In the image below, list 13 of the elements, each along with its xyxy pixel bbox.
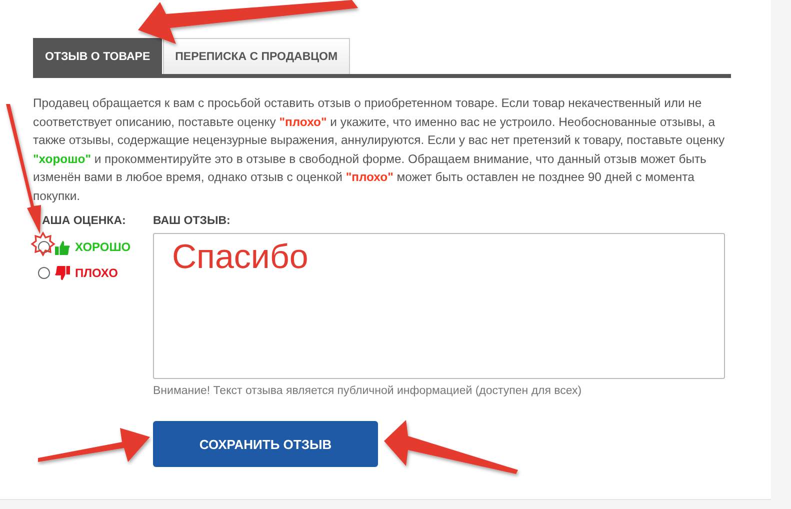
starburst-mark — [30, 231, 56, 257]
save-button[interactable]: СОХРАНИТЬ ОТЗЫВ — [153, 421, 378, 467]
rating-label: АША ОЦЕНКА: — [42, 215, 127, 229]
notice-text: Продавец обращается к вам с просьбой оставить отзыв о приобретенном товаре. Если товар некачественный или не соответствует описанию, поставьте оценку "плохо" и укажите, что именно вас не устроило. Необоснованные отзывы, а также отзывы, содержащие нецензурные выражения, аннулируются. Если у вас нет претензий к товару, поставьте оценку "хорошо" и прокомментируйте это в отзыве в свободной форме. Обращаем внимание, что данный отзыв может быть изменён вами в любое время, однако отзыв с оценкой "плохо" может быть оставлен не позднее 90 дней с момента покупки. — [33, 95, 726, 204]
thumbs-down-icon — [55, 266, 70, 280]
hint-text: Внимание! Текст отзыва является публичной информацией (доступен для всех) — [153, 385, 583, 397]
review-label: ВАШ ОТЗЫВ: — [153, 215, 232, 229]
tab[interactable]: ПЕРЕПИСКА С ПРОДАВЦОМ — [163, 38, 350, 74]
rating-option-label[interactable]: ПЛОХО — [75, 266, 118, 280]
tab[interactable]: ОТЗЫВ О ТОВАРЕ — [33, 38, 162, 74]
radio-button[interactable] — [38, 267, 50, 279]
thumbs-up-icon — [55, 240, 70, 254]
review-field[interactable]: Спасибо — [153, 233, 725, 379]
